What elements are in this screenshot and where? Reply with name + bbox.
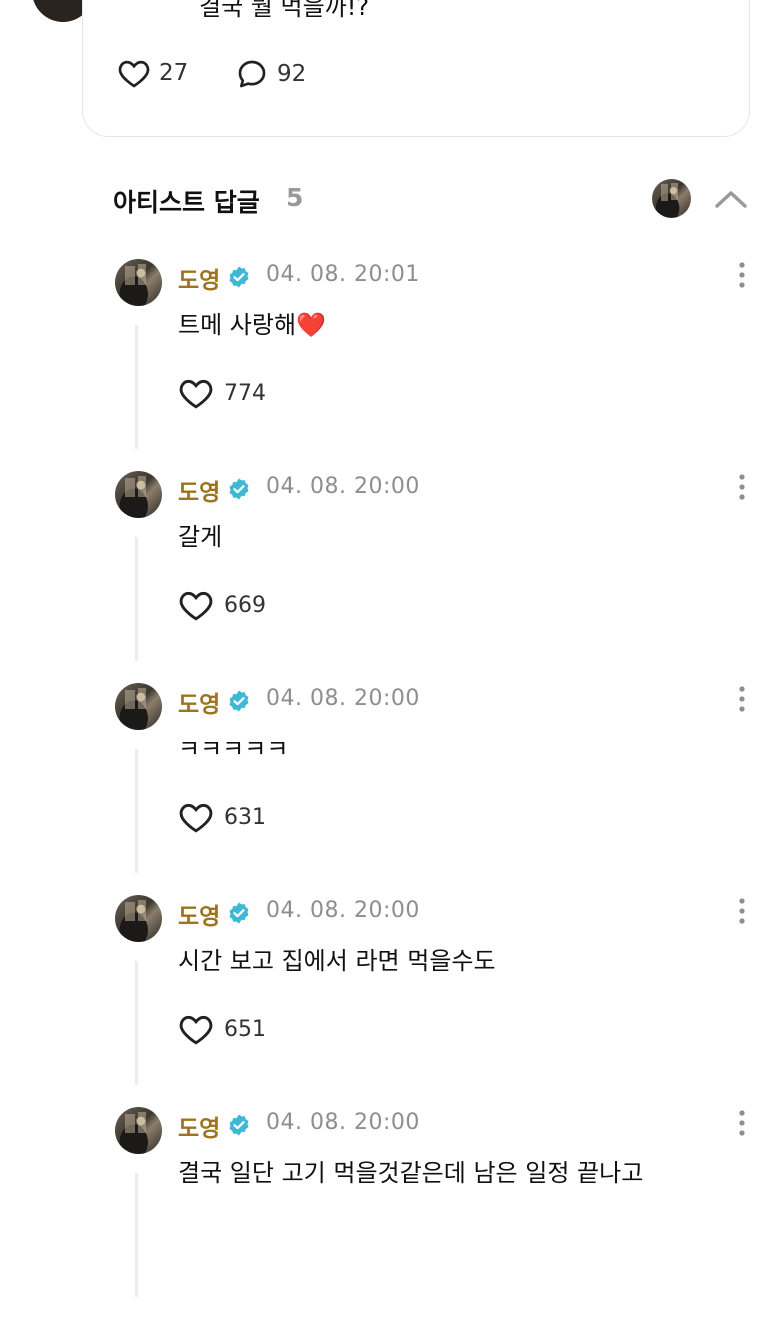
post-comment-button[interactable]: 92 — [235, 58, 306, 90]
chevron-up-icon[interactable] — [714, 188, 748, 210]
reply-item: 도영 04. 08. 20:01 트메 사랑해❤️ 774 — [0, 259, 783, 473]
reply-avatar[interactable] — [115, 259, 162, 306]
reply-text: 시간 보고 집에서 라면 먹을수도 — [178, 947, 496, 975]
verified-badge-icon — [229, 478, 249, 500]
post-card: 결국 뭘 먹을까!? 27 92 — [82, 0, 750, 137]
reply-text: ㅋㅋㅋㅋㅋ — [178, 735, 289, 763]
speech-bubble-icon — [238, 60, 266, 88]
heart-icon — [179, 379, 213, 409]
post-like-count: 27 — [159, 60, 189, 86]
reply-like-button[interactable]: 669 — [178, 589, 266, 621]
reply-avatar[interactable] — [115, 683, 162, 730]
heart-icon — [118, 60, 150, 88]
heart-icon — [179, 803, 213, 833]
verified-badge-icon — [229, 266, 249, 288]
artist-replies-count: 5 — [286, 183, 304, 212]
reply-avatar[interactable] — [115, 1107, 162, 1154]
reply-like-button[interactable]: 774 — [178, 377, 266, 409]
reply-author-name[interactable]: 도영 — [178, 473, 220, 507]
thread-line — [135, 1173, 138, 1297]
more-vertical-icon[interactable] — [737, 473, 747, 501]
reply-text: 갈게 — [178, 523, 223, 551]
post-text: 결국 뭘 먹을까!? — [199, 0, 370, 21]
thread-line — [135, 537, 138, 661]
thread-line — [135, 961, 138, 1085]
more-vertical-icon[interactable] — [737, 897, 747, 925]
thread-line — [135, 749, 138, 873]
verified-badge-icon — [229, 690, 249, 712]
reply-item: 도영 04. 08. 20:00 시간 보고 집에서 라면 먹을수도 651 — [0, 895, 783, 1109]
reply-avatar[interactable] — [115, 895, 162, 942]
reply-time: 04. 08. 20:00 — [266, 474, 420, 499]
verified-badge-icon — [229, 1114, 249, 1136]
thread-line — [135, 325, 138, 449]
reply-like-button[interactable]: 631 — [178, 801, 266, 833]
reply-author-name[interactable]: 도영 — [178, 261, 220, 295]
more-vertical-icon[interactable] — [737, 1109, 747, 1137]
more-vertical-icon[interactable] — [737, 261, 747, 289]
post-comment-count: 92 — [277, 61, 307, 87]
reply-time: 04. 08. 20:00 — [266, 1110, 420, 1135]
artist-replies-title: 아티스트 답글 — [113, 188, 260, 217]
heart-icon — [179, 591, 213, 621]
post-like-button[interactable]: 27 — [117, 58, 188, 88]
reply-time: 04. 08. 20:00 — [266, 686, 420, 711]
reply-like-count: 774 — [224, 380, 266, 406]
reply-item: 도영 04. 08. 20:00 갈게 669 — [0, 471, 783, 685]
reply-author-name[interactable]: 도영 — [178, 897, 220, 931]
reply-like-button[interactable]: 651 — [178, 1013, 266, 1045]
reply-avatar[interactable] — [115, 471, 162, 518]
reply-time: 04. 08. 20:00 — [266, 898, 420, 923]
more-vertical-icon[interactable] — [737, 685, 747, 713]
reply-like-count: 669 — [224, 592, 266, 618]
reply-item: 도영 04. 08. 20:00 결국 일단 고기 먹을것같은데 남은 일정 끝… — [0, 1107, 783, 1321]
reply-item: 도영 04. 08. 20:00 ㅋㅋㅋㅋㅋ 631 — [0, 683, 783, 897]
reply-like-count: 631 — [224, 804, 266, 830]
reply-author-name[interactable]: 도영 — [178, 1109, 220, 1143]
reply-text: 결국 일단 고기 먹을것같은데 남은 일정 끝나고 — [178, 1159, 644, 1187]
reply-text: 트메 사랑해❤️ — [178, 311, 326, 339]
heart-icon — [179, 1015, 213, 1045]
reply-time: 04. 08. 20:01 — [266, 262, 420, 287]
verified-badge-icon — [229, 902, 249, 924]
reply-author-name[interactable]: 도영 — [178, 685, 220, 719]
reply-like-count: 651 — [224, 1016, 266, 1042]
artist-avatar[interactable] — [652, 179, 691, 218]
